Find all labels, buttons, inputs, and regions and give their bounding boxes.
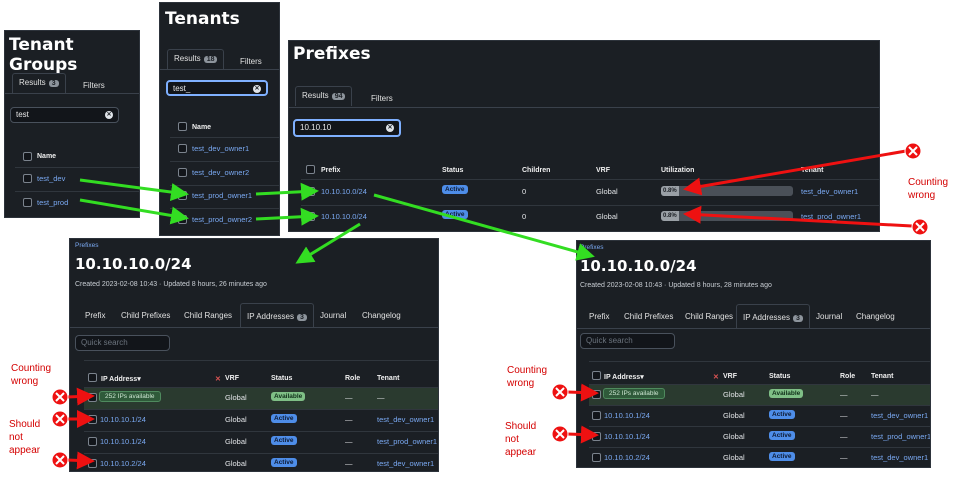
arrow-prefix2-to-detail-left bbox=[295, 222, 361, 264]
x-glyphs bbox=[55, 146, 925, 465]
annotation-arrows bbox=[51, 142, 929, 470]
arrow-left-row3 bbox=[66, 451, 95, 470]
arrow-owner1-to-prefix bbox=[255, 182, 319, 201]
arrow-right-available bbox=[566, 383, 599, 402]
arrow-owner2-to-prefix bbox=[255, 207, 319, 226]
arrow-util-row2 bbox=[683, 205, 913, 228]
arrow-util-row1 bbox=[683, 149, 907, 196]
arrow-prefix1-to-detail-right bbox=[373, 193, 595, 261]
arrow-dev-to-prod-owner1 bbox=[79, 178, 189, 201]
red-x-markers bbox=[51, 142, 929, 469]
green-arrows bbox=[79, 178, 595, 264]
arrow-right-row1 bbox=[566, 425, 599, 444]
arrow-left-available bbox=[66, 387, 95, 406]
arrow-prod-to-prod-owner2 bbox=[79, 198, 189, 225]
red-arrows bbox=[66, 149, 913, 470]
